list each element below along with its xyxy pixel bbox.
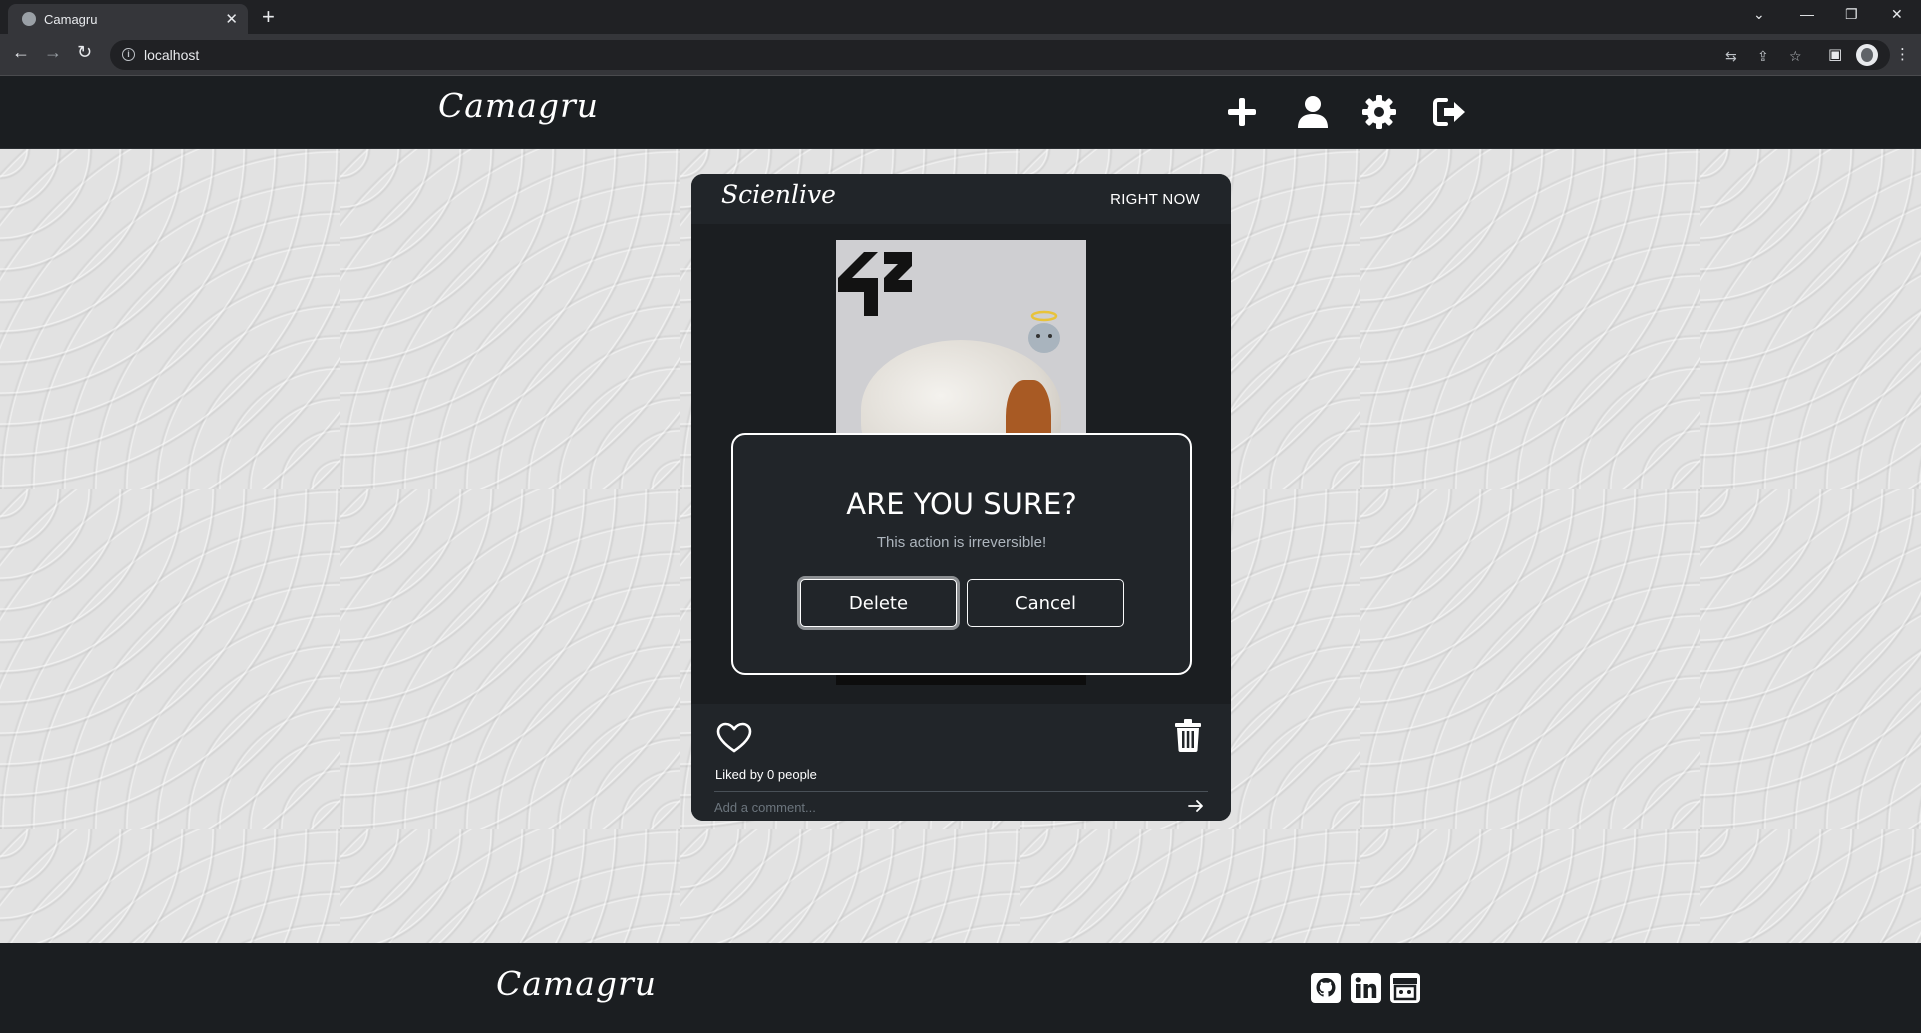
- brand-logo[interactable]: Camagru: [438, 86, 599, 125]
- store-icon[interactable]: [1390, 973, 1420, 1003]
- back-icon[interactable]: ←: [12, 42, 30, 62]
- logout-icon[interactable]: [1432, 94, 1468, 130]
- heart-icon[interactable]: [716, 722, 752, 754]
- plus-icon[interactable]: [1224, 94, 1260, 130]
- browser-tab-bar: Camagru ✕ + ⌄ — ❐ ✕: [0, 0, 1921, 34]
- restore-icon[interactable]: ❐: [1845, 6, 1858, 23]
- trash-icon[interactable]: [1174, 718, 1202, 752]
- reload-icon[interactable]: ↻: [77, 42, 92, 62]
- cancel-button[interactable]: Cancel: [967, 579, 1124, 627]
- browser-toolbar: ← → ↻ i localhost ⇆ ⇪ ☆ ▣ ⋮: [0, 34, 1921, 76]
- globe-icon: [22, 12, 36, 26]
- post-timestamp: RIGHT NOW: [1110, 191, 1200, 208]
- delete-button[interactable]: Delete: [800, 579, 957, 627]
- address-bar[interactable]: i localhost ⇆ ⇪ ☆: [110, 40, 1890, 70]
- modal-title: ARE YOU SURE?: [846, 487, 1077, 521]
- forward-icon[interactable]: →: [44, 42, 62, 62]
- tab-title: Camagru: [44, 12, 98, 27]
- 42-logo-sticker: [838, 252, 912, 316]
- site-header: Camagru: [0, 76, 1921, 149]
- url-text: localhost: [144, 47, 200, 63]
- gear-icon[interactable]: [1361, 94, 1397, 130]
- site-footer: Camagru: [0, 943, 1921, 1033]
- post-header: Scienlive RIGHT NOW: [691, 174, 1231, 224]
- tab-search-icon[interactable]: ⌄: [1753, 6, 1765, 23]
- angel-sticker: [1028, 310, 1060, 353]
- profile-avatar-icon[interactable]: [1856, 44, 1878, 66]
- user-icon[interactable]: [1295, 94, 1331, 130]
- bookmark-star-icon[interactable]: ☆: [1789, 48, 1802, 65]
- github-icon[interactable]: [1311, 973, 1341, 1003]
- modal-subtitle: This action is irreversible!: [876, 534, 1047, 551]
- send-arrow-icon[interactable]: [1188, 798, 1204, 814]
- confirm-delete-modal: ARE YOU SURE? This action is irreversibl…: [731, 433, 1192, 675]
- new-tab-icon[interactable]: +: [262, 5, 275, 29]
- comment-input[interactable]: [714, 796, 1154, 818]
- post-author[interactable]: Scienlive: [721, 180, 836, 209]
- translate-icon[interactable]: ⇆: [1725, 48, 1737, 65]
- post-footer: Liked by 0 people: [691, 704, 1231, 821]
- likes-count: Liked by 0 people: [715, 767, 817, 782]
- browser-menu-icon[interactable]: ⋮: [1895, 45, 1910, 63]
- close-window-icon[interactable]: ✕: [1891, 6, 1903, 23]
- footer-brand-logo[interactable]: Camagru: [496, 964, 657, 1003]
- linkedin-icon[interactable]: [1351, 973, 1381, 1003]
- close-tab-icon[interactable]: ✕: [225, 10, 238, 28]
- info-icon[interactable]: i: [122, 48, 135, 61]
- comment-row: [714, 791, 1208, 819]
- side-panel-icon[interactable]: ▣: [1828, 45, 1842, 63]
- browser-tab[interactable]: Camagru ✕: [8, 4, 248, 34]
- share-icon[interactable]: ⇪: [1757, 48, 1769, 65]
- minimize-icon[interactable]: —: [1800, 6, 1814, 22]
